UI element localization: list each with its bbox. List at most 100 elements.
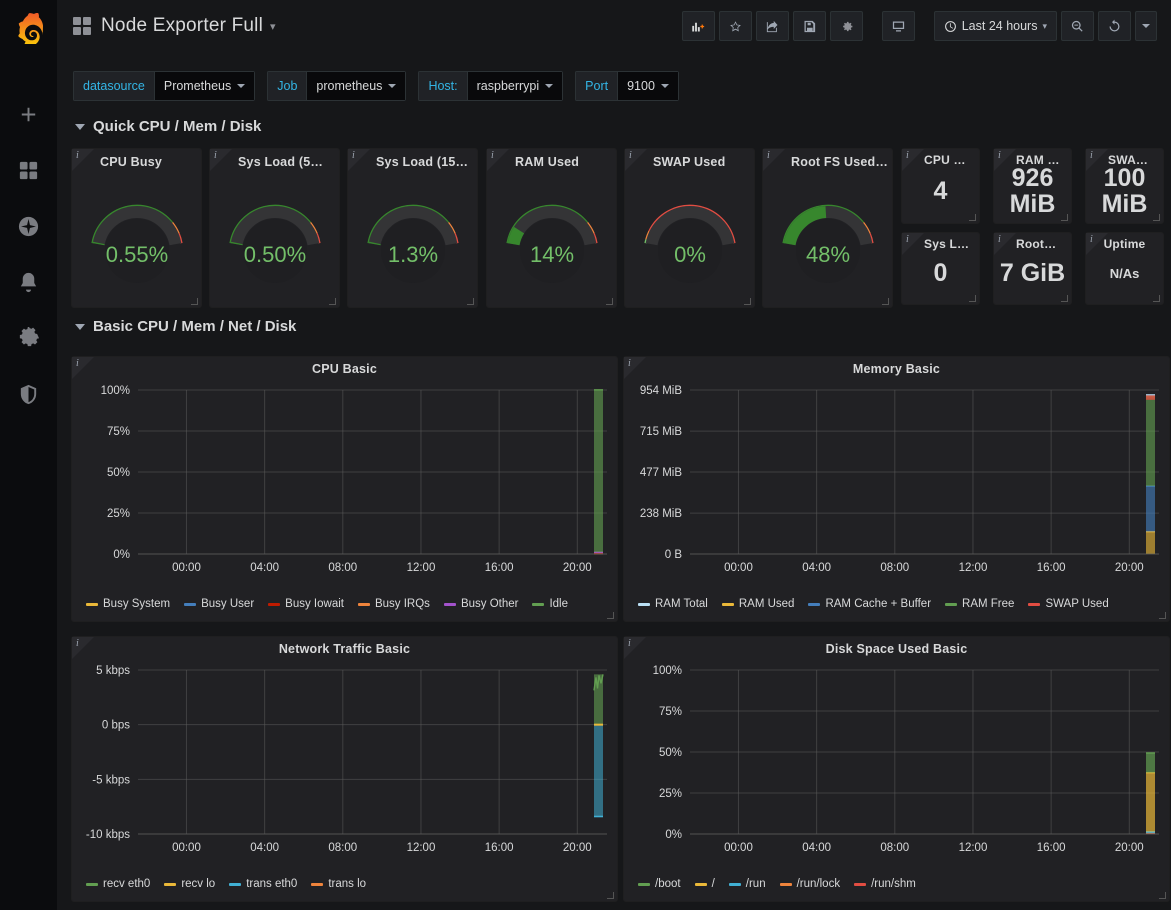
- legend-item[interactable]: recv eth0: [86, 878, 150, 890]
- panel-swap-used[interactable]: i SWAP Used 0%: [624, 148, 755, 308]
- host-variable-value[interactable]: raspberrypi: [467, 71, 564, 101]
- dashboards-icon: [17, 159, 40, 182]
- legend-label: RAM Free: [962, 598, 1014, 610]
- panel-resize-handle[interactable]: [882, 298, 889, 305]
- legend-item[interactable]: Busy System: [86, 598, 170, 610]
- zoom-out-time-button[interactable]: [1061, 11, 1094, 41]
- basic-cpu-mem-net-disk-row[interactable]: Basic CPU / Mem / Net / Disk: [57, 318, 296, 335]
- refresh-interval-dropdown[interactable]: [1135, 11, 1157, 41]
- legend-item[interactable]: Busy Other: [444, 598, 519, 610]
- panel-sys-load[interactable]: i Sys L… 0: [901, 232, 980, 305]
- legend-item[interactable]: /run/shm: [854, 878, 916, 890]
- graph-body: 100%75%50%25%0%00:0004:0008:0012:0016:00…: [72, 376, 617, 618]
- mark-favorite-button[interactable]: [719, 11, 752, 41]
- panel-resize-handle[interactable]: [329, 298, 336, 305]
- cycle-view-mode-button[interactable]: [882, 11, 915, 41]
- sidebar-item-configuration[interactable]: [0, 310, 57, 366]
- panel-swap-total[interactable]: i SWA… 100 MiB: [1085, 148, 1164, 224]
- panel-sys-load-5m[interactable]: i Sys Load (5… 0.50%: [209, 148, 340, 308]
- panel-resize-handle[interactable]: [744, 298, 751, 305]
- gauge-sys-load-5m: 0.50%: [210, 169, 339, 299]
- refresh-dashboard-button[interactable]: [1098, 11, 1131, 41]
- legend-item[interactable]: trans lo: [311, 878, 366, 890]
- port-variable-value[interactable]: 9100: [617, 71, 679, 101]
- grafana-logo[interactable]: [0, 0, 57, 57]
- panel-cpu-busy[interactable]: i CPU Busy 0.55%: [71, 148, 202, 308]
- legend-label: RAM Used: [739, 598, 795, 610]
- panel-disk-space-used-basic[interactable]: i Disk Space Used Basic 100%75%50%25%0%0…: [623, 636, 1170, 902]
- panel-resize-handle[interactable]: [607, 612, 614, 619]
- chart-disk-space-used-basic: 100%75%50%25%0%00:0004:0008:0012:0016:00…: [624, 656, 1171, 876]
- job-variable[interactable]: Job prometheus: [267, 71, 406, 101]
- add-panel-button[interactable]: [682, 11, 715, 41]
- job-variable-value[interactable]: prometheus: [306, 71, 406, 101]
- datasource-variable-value[interactable]: Prometheus: [154, 71, 255, 101]
- panel-resize-handle[interactable]: [1061, 214, 1068, 221]
- legend-color-swatch: [729, 883, 741, 886]
- dashboard-settings-button[interactable]: [830, 11, 863, 41]
- legend-item[interactable]: RAM Total: [638, 598, 708, 610]
- legend-item[interactable]: /run: [729, 878, 766, 890]
- datasource-variable[interactable]: datasource Prometheus: [73, 71, 255, 101]
- panel-root-fs-used[interactable]: i Root FS Used… 48%: [762, 148, 893, 308]
- panel-resize-handle[interactable]: [1061, 295, 1068, 302]
- legend-item[interactable]: recv lo: [164, 878, 215, 890]
- panel-resize-handle[interactable]: [467, 298, 474, 305]
- chevron-down-icon: [388, 84, 396, 88]
- panel-resize-handle[interactable]: [1153, 295, 1160, 302]
- panel-resize-handle[interactable]: [191, 298, 198, 305]
- legend-label: /: [712, 878, 715, 890]
- panel-resize-handle[interactable]: [607, 892, 614, 899]
- host-variable[interactable]: Host: raspberrypi: [418, 71, 563, 101]
- legend-item[interactable]: RAM Used: [722, 598, 795, 610]
- legend-item[interactable]: Busy IRQs: [358, 598, 430, 610]
- share-dashboard-button[interactable]: [756, 11, 789, 41]
- legend-label: /run/lock: [797, 878, 840, 890]
- time-range-picker[interactable]: Last 24 hours ▾: [934, 11, 1057, 41]
- sidebar-item-explore[interactable]: [0, 198, 57, 254]
- panel-memory-basic[interactable]: i Memory Basic 954 MiB715 MiB477 MiB238 …: [623, 356, 1170, 622]
- info-icon: i: [1090, 150, 1093, 161]
- quick-cpu-mem-disk-row[interactable]: Quick CPU / Mem / Disk: [57, 118, 261, 135]
- legend-item[interactable]: Idle: [532, 598, 568, 610]
- sidebar-item-dashboards[interactable]: [0, 142, 57, 198]
- svg-text:0.55%: 0.55%: [105, 242, 167, 267]
- legend-item[interactable]: /run/lock: [780, 878, 840, 890]
- panel-resize-handle[interactable]: [969, 295, 976, 302]
- svg-text:04:00: 04:00: [802, 562, 831, 574]
- sidebar-item-alerting[interactable]: [0, 254, 57, 310]
- panel-ram-total[interactable]: i RAM … 926 MiB: [993, 148, 1072, 224]
- save-dashboard-button[interactable]: [793, 11, 826, 41]
- panel-title: Memory Basic: [624, 357, 1169, 376]
- port-variable[interactable]: Port 9100: [575, 71, 679, 101]
- legend-color-swatch: [638, 603, 650, 606]
- legend-item[interactable]: SWAP Used: [1028, 598, 1108, 610]
- legend-item[interactable]: RAM Free: [945, 598, 1014, 610]
- info-icon: i: [906, 234, 909, 245]
- legend-item[interactable]: /boot: [638, 878, 681, 890]
- panel-root-fs-total[interactable]: i Root… 7 GiB: [993, 232, 1072, 305]
- panel-resize-handle[interactable]: [1153, 214, 1160, 221]
- legend-item[interactable]: Busy User: [184, 598, 254, 610]
- panel-sys-load-15m[interactable]: i Sys Load (15… 1.3%: [347, 148, 478, 308]
- sidebar-item-server-admin[interactable]: [0, 366, 57, 422]
- panel-cpu-basic[interactable]: i CPU Basic 100%75%50%25%0%00:0004:0008:…: [71, 356, 618, 622]
- panel-resize-handle[interactable]: [606, 298, 613, 305]
- legend-color-swatch: [1028, 603, 1040, 606]
- panel-ram-used[interactable]: i RAM Used 14%: [486, 148, 617, 308]
- legend-item[interactable]: trans eth0: [229, 878, 297, 890]
- legend-item[interactable]: /: [695, 878, 715, 890]
- panel-resize-handle[interactable]: [1159, 612, 1166, 619]
- page-title[interactable]: Node Exporter Full: [101, 15, 263, 37]
- legend-color-swatch: [268, 603, 280, 606]
- legend-item[interactable]: RAM Cache + Buffer: [808, 598, 931, 610]
- gauge-root-fs-used: 48%: [763, 169, 892, 299]
- panel-cpu-cores[interactable]: i CPU … 4: [901, 148, 980, 224]
- panel-resize-handle[interactable]: [969, 214, 976, 221]
- panel-network-traffic-basic[interactable]: i Network Traffic Basic 5 kbps0 bps-5 kb…: [71, 636, 618, 902]
- sidebar-item-create-add[interactable]: [0, 86, 57, 142]
- panel-uptime[interactable]: i Uptime N/As: [1085, 232, 1164, 305]
- legend-item[interactable]: Busy Iowait: [268, 598, 344, 610]
- title-dropdown-caret[interactable]: ▾: [270, 20, 276, 33]
- panel-resize-handle[interactable]: [1159, 892, 1166, 899]
